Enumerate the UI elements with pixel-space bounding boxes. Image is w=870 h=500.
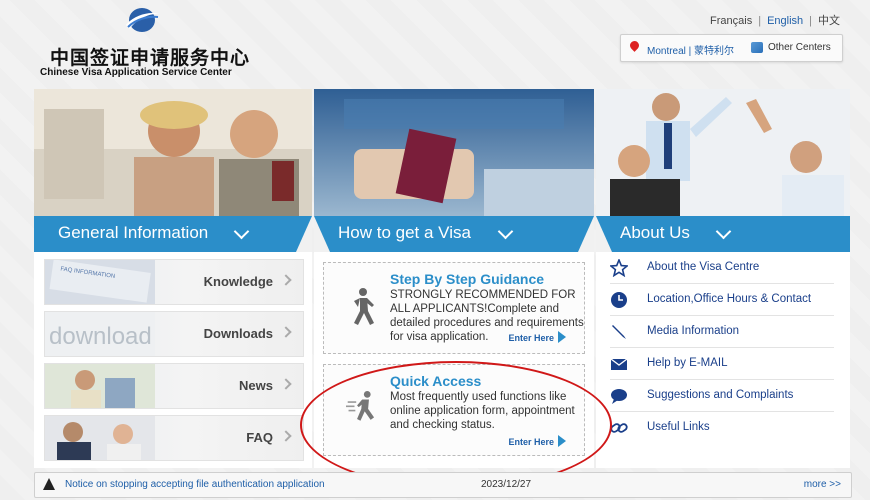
about-visa-centre-label: About the Visa Centre <box>647 261 760 273</box>
about-visa-centre-link[interactable]: About the Visa Centre <box>610 252 834 284</box>
guidance-enter-link[interactable]: Enter Here <box>508 333 554 343</box>
faq-thumbnail <box>45 416 155 460</box>
chevron-down-icon <box>233 223 250 240</box>
step-by-step-guidance-box[interactable]: Step By Step Guidance STRONGLY RECOMMEND… <box>323 262 585 354</box>
language-switcher: Français | English | 中文 <box>710 12 840 28</box>
about-us-panel: About the Visa Centre Location,Office Ho… <box>596 252 850 468</box>
lang-chinese[interactable]: 中文 <box>818 15 840 27</box>
other-centers-link[interactable]: Other Centers <box>768 42 831 53</box>
notice-bar: Notice on stopping accepting file authen… <box>34 472 852 498</box>
location-hours-contact-label: Location,Office Hours & Contact <box>647 293 812 305</box>
play-arrow-icon <box>558 331 566 343</box>
downloads-thumbnail: download <box>45 312 155 356</box>
logo-english-text: Chinese Visa Application Service Center <box>40 67 232 78</box>
mail-icon <box>610 358 628 370</box>
clock-icon <box>611 292 627 308</box>
useful-links-link[interactable]: Useful Links <box>610 412 834 443</box>
help-by-email-link[interactable]: Help by E-MAIL <box>610 348 834 380</box>
media-information-link[interactable]: Media Information <box>610 316 834 348</box>
about-us-column: About Us About the Visa Centre Location,… <box>596 89 850 468</box>
lang-separator: | <box>809 15 812 27</box>
knowledge-item[interactable]: FAQ INFORMATION Knowledge <box>44 259 304 305</box>
lang-english[interactable]: English <box>767 15 803 27</box>
suggestions-complaints-link[interactable]: Suggestions and Complaints <box>610 380 834 412</box>
logo-chinese-text: 中国签证申请服务中心 <box>50 47 251 69</box>
map-pin-icon <box>628 39 641 52</box>
pen-icon <box>612 325 626 339</box>
band-notch <box>596 216 612 252</box>
chevron-right-icon <box>280 274 292 286</box>
logo-swoosh-icon <box>126 8 159 32</box>
location-hours-contact-link[interactable]: Location,Office Hours & Contact <box>610 284 834 316</box>
chevron-down-icon <box>715 223 732 240</box>
location-selector: Montreal | 蒙特利尔 Other Centers <box>620 34 843 62</box>
about-us-title: About Us <box>620 223 690 242</box>
news-label: News <box>239 378 273 393</box>
highlight-annotation-oval <box>300 361 612 489</box>
news-item[interactable]: News <box>44 363 304 409</box>
band-notch <box>296 216 312 252</box>
businessmen-photo <box>596 89 850 216</box>
link-icon <box>610 423 628 433</box>
general-information-band[interactable]: General Information <box>34 216 312 252</box>
warning-icon <box>43 478 55 490</box>
couple-photo <box>34 89 312 216</box>
how-to-get-visa-title: How to get a Visa <box>338 223 471 242</box>
chevron-right-icon <box>280 378 292 390</box>
chevron-right-icon <box>280 326 292 338</box>
chevron-right-icon <box>280 430 292 442</box>
more-notices-link[interactable]: more >> <box>804 479 841 490</box>
media-information-label: Media Information <box>647 325 740 337</box>
site-logo[interactable]: 中国签证申请服务中心 Chinese Visa Application Serv… <box>40 5 250 83</box>
general-information-title: General Information <box>58 223 209 242</box>
chevron-down-icon <box>497 223 514 240</box>
faq-label: FAQ <box>246 430 273 445</box>
general-information-column: General Information FAQ INFORMATION Know… <box>34 89 312 468</box>
downloads-label: Downloads <box>203 326 273 341</box>
chat-icon <box>611 389 627 404</box>
star-icon <box>610 259 628 277</box>
guidance-title: Step By Step Guidance <box>390 271 545 287</box>
knowledge-label: Knowledge <box>203 274 273 289</box>
knowledge-thumbnail: FAQ INFORMATION <box>45 260 155 304</box>
band-notch <box>578 216 594 252</box>
suggestions-complaints-label: Suggestions and Complaints <box>647 389 794 401</box>
general-information-panel: FAQ INFORMATION Knowledge download Downl… <box>34 252 312 468</box>
how-to-get-visa-band[interactable]: How to get a Visa <box>314 216 594 252</box>
walking-person-icon <box>354 288 374 325</box>
faq-item[interactable]: FAQ <box>44 415 304 461</box>
help-by-email-label: Help by E-MAIL <box>647 357 728 369</box>
useful-links-label: Useful Links <box>647 421 710 433</box>
lang-separator: | <box>758 15 762 27</box>
current-city[interactable]: Montreal | 蒙特利尔 <box>647 42 734 57</box>
notice-link[interactable]: Notice on stopping accepting file authen… <box>65 479 325 490</box>
notice-date: 2023/12/27 <box>481 479 532 490</box>
about-us-band[interactable]: About Us <box>596 216 850 252</box>
news-thumbnail <box>45 364 155 408</box>
globe-icon <box>751 42 763 53</box>
passport-photo <box>314 89 594 216</box>
band-notch <box>314 216 330 252</box>
downloads-item[interactable]: download Downloads <box>44 311 304 357</box>
lang-french[interactable]: Français <box>710 15 752 27</box>
downloads-thumb-text: download <box>49 323 152 350</box>
